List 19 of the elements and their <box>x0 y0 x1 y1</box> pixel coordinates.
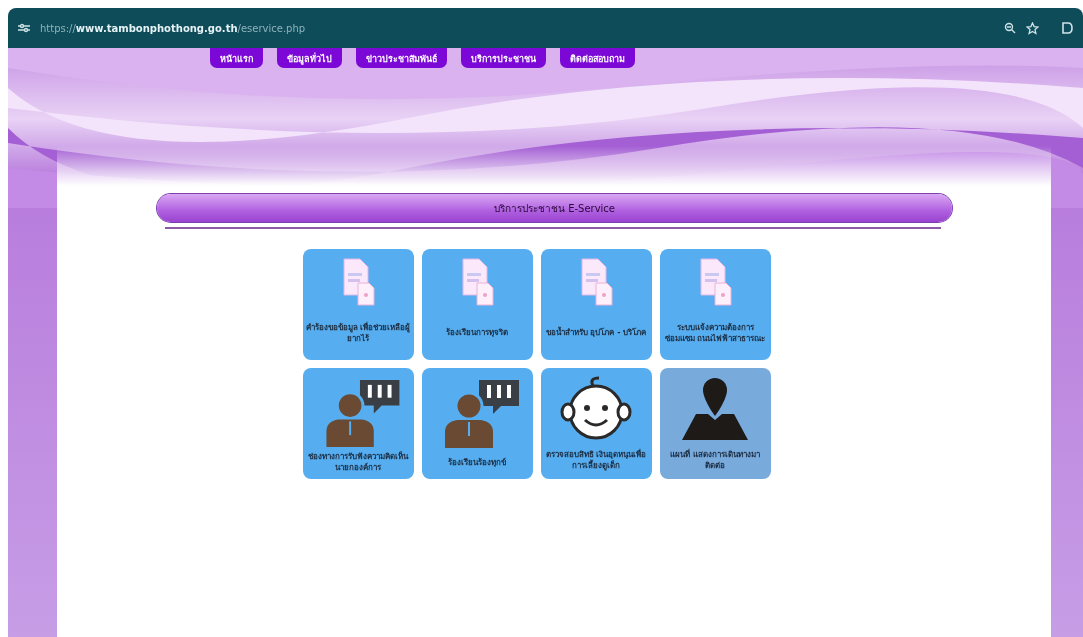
service-tile[interactable]: ร้องเรียนร้องทุกข์ <box>421 368 533 479</box>
service-tile[interactable]: ระบบแจ้งความต้องการซ่อมแซม ถนนไฟฟ้าสาธารณะ <box>659 249 771 360</box>
nav-menu-button[interactable]: หน้าแรก <box>210 48 263 68</box>
service-tile[interactable]: แผนที่ แสดงการเดินทางมาติดต่อ <box>659 368 771 479</box>
nav-menu-button[interactable]: บริการประชาชน <box>461 48 546 68</box>
baby-face-icon <box>559 376 633 442</box>
site-settings-icon[interactable] <box>18 23 30 33</box>
service-tile[interactable]: คำร้องขอข้อมูล เพื่อช่วยเหลือผู้ยากไร้ <box>302 249 414 360</box>
extension-icon[interactable] <box>1061 21 1073 35</box>
nav-menu-button[interactable]: ข่าวประชาสัมพันธ์ <box>356 48 447 68</box>
bookmark-star-icon[interactable] <box>1026 21 1039 35</box>
nav-menu-button[interactable]: ติดต่อสอบถาม <box>560 48 635 68</box>
zoom-icon[interactable] <box>1004 22 1016 34</box>
service-tile[interactable]: ช่องทางการรับฟังความคิดเห็น นายกองค์การ <box>302 368 414 479</box>
service-tile[interactable]: ขอน้ำสำหรับ อุปโภค - บริโภค <box>540 249 652 360</box>
map-pin-icon <box>680 376 750 442</box>
service-tile[interactable]: ร้องเรียนการทุจริต <box>421 249 533 360</box>
nav-menu-button[interactable]: ข้อมูลทั่วไป <box>277 48 342 68</box>
section-title-banner: บริการประชาชน E-Service <box>157 194 952 222</box>
